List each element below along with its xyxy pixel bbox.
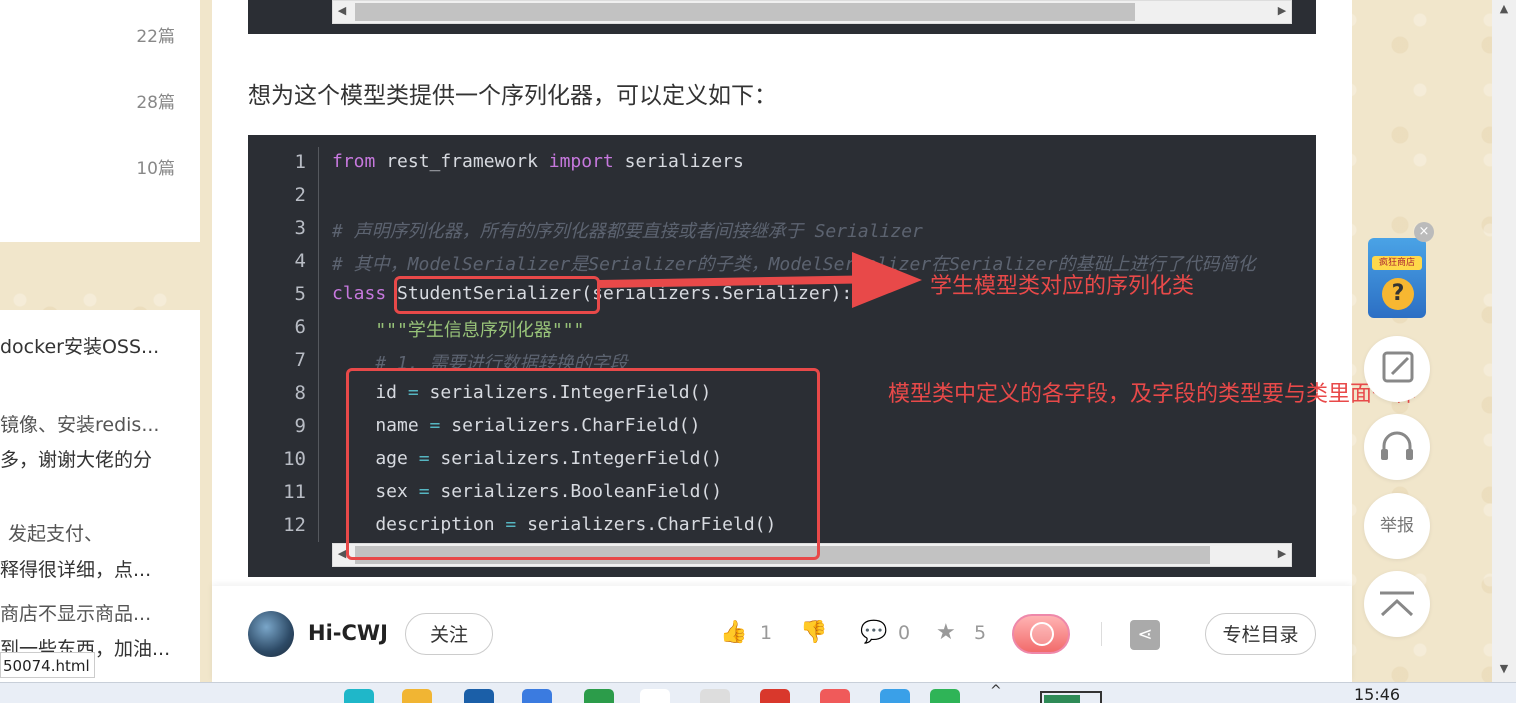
- back-to-top-icon: [1380, 591, 1414, 617]
- chevron-up-icon[interactable]: ^: [990, 683, 1002, 699]
- sidebar-comments-card: docker安装OSS... 镜像、安装redis... 多，谢谢大佬的分 发起…: [0, 310, 200, 682]
- edit-icon: [1382, 351, 1414, 383]
- fields-highlight-box: [346, 368, 820, 560]
- like-count: 1: [760, 622, 773, 644]
- class-highlight-box: [394, 276, 600, 314]
- scroll-left-icon[interactable]: ◀: [333, 1, 351, 23]
- scroll-up-icon[interactable]: ▲: [1492, 2, 1516, 15]
- follow-button[interactable]: 关注: [405, 613, 493, 655]
- reward-icon: [1030, 622, 1054, 646]
- line-number: 5: [294, 283, 306, 305]
- scroll-right-icon[interactable]: ▶: [1273, 544, 1291, 566]
- app-icon[interactable]: [820, 689, 850, 703]
- scroll-right-icon[interactable]: ▶: [1273, 1, 1291, 23]
- line-number: 11: [283, 481, 306, 503]
- code-token: serializers: [613, 151, 744, 172]
- close-icon[interactable]: ×: [1414, 222, 1434, 242]
- app-icon[interactable]: [930, 689, 960, 703]
- promo-box: 疯狂商店 ?: [1368, 238, 1426, 318]
- sidebar-comment-link[interactable]: 发起支付、: [8, 519, 180, 546]
- sidebar-comment-text: 多，谢谢大佬的分: [0, 449, 153, 471]
- code-token: rest_framework: [375, 151, 549, 172]
- app-icon[interactable]: [522, 689, 552, 703]
- column-article-count: 28篇: [136, 93, 175, 113]
- fields-annotation: 模型类中定义的各字段，及字段的类型要与类里面一样: [888, 382, 1417, 407]
- code-line: # 声明序列化器，所有的序列化器都要直接或者间接继承于 Serializer: [332, 217, 1292, 243]
- article-paragraph: 想为这个模型类提供一个序列化器，可以定义如下：: [248, 83, 777, 109]
- star-icon[interactable]: ★: [936, 620, 956, 645]
- folder-icon[interactable]: [402, 689, 432, 703]
- share-icon[interactable]: ⋖: [1130, 620, 1160, 650]
- line-number: 2: [294, 184, 306, 206]
- annotation-arrow-head: [852, 252, 922, 308]
- line-number: 6: [294, 316, 306, 338]
- clock: 15:46: [1354, 685, 1401, 703]
- dislike-icon[interactable]: 👎: [800, 620, 827, 645]
- line-number: 7: [294, 349, 306, 371]
- comment-count: 0: [898, 622, 911, 644]
- app-icon[interactable]: [700, 689, 730, 703]
- app-icon[interactable]: [464, 689, 494, 703]
- column-article-count: 10篇: [136, 159, 175, 179]
- promo-label: 疯狂商店: [1372, 256, 1422, 270]
- line-number: 8: [294, 382, 306, 404]
- line-number: 9: [294, 415, 306, 437]
- line-number: 12: [283, 514, 306, 536]
- battery-icon: [1040, 691, 1102, 703]
- report-button[interactable]: 举报: [1364, 493, 1430, 559]
- back-to-top-button[interactable]: [1364, 571, 1430, 637]
- author-name[interactable]: Hi-CWJ: [308, 621, 388, 645]
- line-number: 3: [294, 217, 306, 239]
- edit-button[interactable]: [1364, 336, 1430, 402]
- class-annotation: 学生模型类对应的序列化类: [930, 274, 1195, 299]
- docstring: """学生信息序列化器""": [332, 320, 585, 341]
- previous-code-block: ◀ ▶: [248, 0, 1316, 34]
- line-number: 10: [283, 448, 306, 470]
- reward-button[interactable]: [1012, 614, 1070, 654]
- footer-divider: [1101, 622, 1102, 646]
- promo-widget[interactable]: 疯狂商店 ? ×: [1364, 222, 1434, 324]
- star-count: 5: [974, 622, 987, 644]
- avatar[interactable]: [248, 611, 294, 657]
- comment-icon[interactable]: 💬: [860, 620, 887, 645]
- comment: # 声明序列化器，所有的序列化器都要直接或者间接继承于 Serializer: [332, 221, 923, 242]
- column-article-count: 22篇: [136, 27, 175, 47]
- app-icon[interactable]: [584, 689, 614, 703]
- line-number: 1: [294, 151, 306, 173]
- scroll-down-icon[interactable]: ▼: [1492, 662, 1516, 675]
- question-icon: ?: [1382, 278, 1414, 310]
- app-icon[interactable]: [640, 689, 670, 703]
- sidebar-comment-text: 释得很详细，点...: [0, 559, 152, 581]
- headset-icon: [1381, 431, 1413, 460]
- os-taskbar: ^ 15:46: [0, 682, 1516, 703]
- sidebar-comment-link[interactable]: docker安装OSS...: [0, 332, 172, 359]
- column-toc-button[interactable]: 专栏目录: [1205, 613, 1316, 655]
- line-number: 4: [294, 250, 306, 272]
- app-icon[interactable]: [880, 689, 910, 703]
- keyword: import: [548, 151, 614, 172]
- scrollbar-thumb[interactable]: [355, 3, 1135, 21]
- browser-icon[interactable]: [760, 689, 790, 703]
- like-icon[interactable]: 👍: [720, 620, 747, 645]
- keyword: from: [332, 151, 376, 172]
- sidebar-comment-link[interactable]: 镜像、安装redis...: [0, 410, 172, 437]
- gutter-divider: [318, 147, 319, 542]
- sidebar-comment-link[interactable]: 商店不显示商品...: [0, 599, 172, 626]
- keyword: class: [332, 283, 387, 304]
- status-bar-url: 50074.html: [0, 652, 95, 678]
- sidebar-column-card: 22篇 28篇 10篇: [0, 0, 200, 242]
- code-line: """学生信息序列化器""": [332, 316, 1292, 342]
- app-icon[interactable]: [344, 689, 374, 703]
- code-horizontal-scrollbar[interactable]: ◀ ▶: [332, 0, 1292, 24]
- window-scrollbar[interactable]: ▲ ▼: [1492, 0, 1516, 682]
- customer-service-button[interactable]: [1364, 414, 1430, 480]
- code-line: from rest_framework import serializers: [332, 151, 1292, 172]
